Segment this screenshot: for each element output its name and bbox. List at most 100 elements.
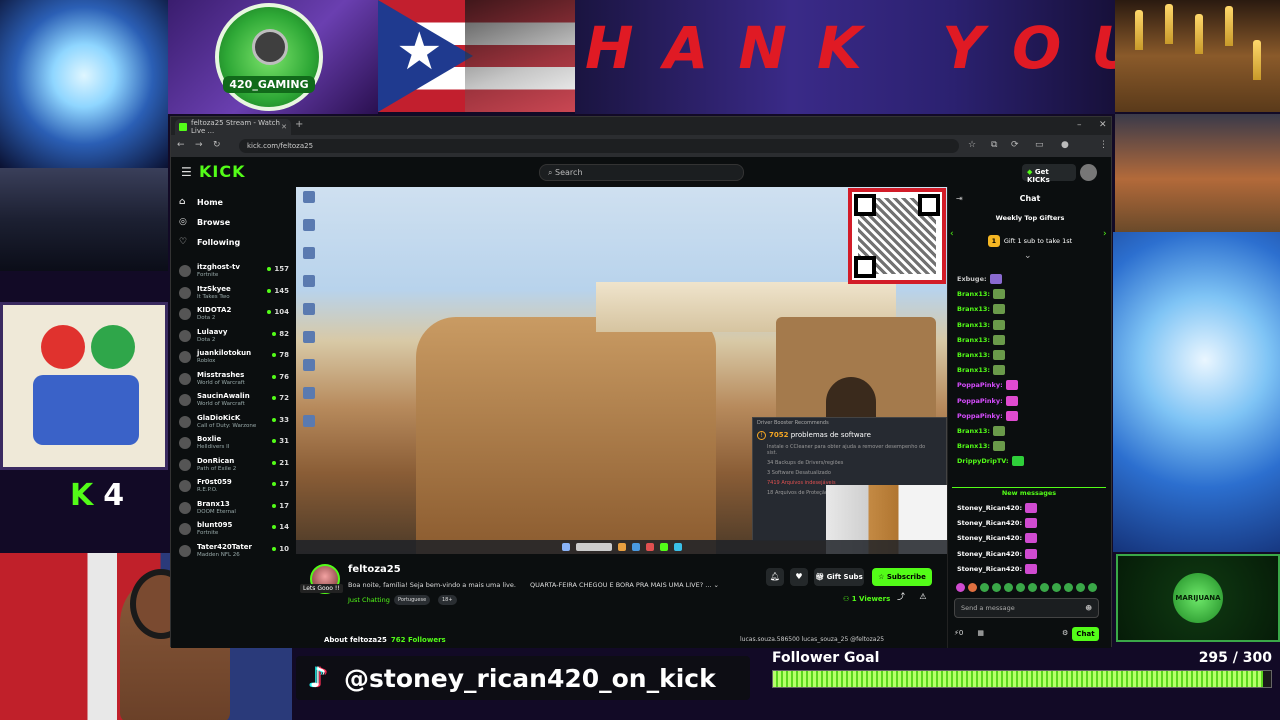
chat-message[interactable]: Stoney_Rican420: — [957, 518, 1038, 529]
chat-message[interactable]: Exbuge: — [957, 274, 1002, 284]
sidebar-followed-channel[interactable]: Fr0st059 R.E.P.O. 17 — [177, 476, 289, 497]
share-icon[interactable]: ⤴ — [892, 591, 910, 603]
sidebar-followed-channel[interactable]: Misstrashes World of Warcraft 76 — [177, 369, 289, 390]
chat-username[interactable]: Branx13: — [957, 336, 990, 344]
chat-username[interactable]: Branx13: — [957, 366, 990, 374]
chat-message[interactable]: Stoney_Rican420: — [957, 563, 1038, 574]
chat-message[interactable]: Branx13: — [957, 304, 1006, 315]
sidebar-followed-channel[interactable]: ItzSkyee It Takes Two 145 — [177, 283, 289, 304]
emote-icon[interactable] — [1052, 583, 1061, 592]
chat-message[interactable]: Branx13: — [957, 319, 1006, 330]
emote-icon[interactable] — [1028, 583, 1037, 592]
tag-language[interactable]: Portuguese — [394, 595, 431, 605]
sidebar-item-following[interactable]: ♡ Following — [179, 237, 240, 247]
chat-message[interactable]: Stoney_Rican420: — [957, 548, 1038, 559]
chat-message[interactable]: PoppaPinky: — [957, 395, 1018, 406]
kick-logo[interactable]: KICK — [199, 162, 246, 181]
chat-username[interactable]: DrippyDripTV: — [957, 457, 1009, 465]
stream-title-more[interactable]: QUARTA-FEIRA CHEGOU E BORA PRA MAIS UMA … — [530, 581, 719, 589]
gift-leader-prompt[interactable]: 1 Gift 1 sub to take 1st — [948, 235, 1112, 247]
tab-close-icon[interactable]: ✕ — [281, 123, 287, 131]
send-chat-button[interactable]: Chat — [1072, 627, 1099, 641]
chat-message-input[interactable]: Send a message ☻ — [954, 598, 1099, 618]
subscribe-button[interactable]: ☆ Subscribe — [872, 568, 932, 586]
sidebar-followed-channel[interactable]: Boxlie Helldivers II 31 — [177, 433, 289, 454]
sidebar-followed-channel[interactable]: Tater420Tater Madden NFL 26 10 — [177, 541, 289, 562]
user-avatar[interactable] — [1080, 164, 1097, 181]
emote-bar[interactable] — [956, 583, 1106, 593]
browser-tab[interactable]: feltoza25 Stream - Watch Live ... ✕ — [175, 119, 291, 135]
chat-username[interactable]: Branx13: — [957, 351, 990, 359]
chat-message[interactable]: PoppaPinky: — [957, 380, 1018, 391]
chat-message[interactable]: Branx13: — [957, 426, 1006, 436]
chat-username[interactable]: PoppaPinky: — [957, 381, 1003, 389]
sidebar-item-home[interactable]: ⌂ Home — [179, 197, 223, 207]
emote-icon[interactable] — [1076, 583, 1085, 592]
chat-message[interactable]: Branx13: — [957, 441, 1006, 452]
media-icon[interactable]: ▭ — [1035, 140, 1044, 150]
emote-icon[interactable] — [968, 583, 977, 592]
emoji-icon[interactable]: ☻ — [1085, 604, 1092, 612]
chat-message[interactable]: Stoney_Rican420: — [957, 503, 1038, 513]
hamburger-menu-icon[interactable]: ☰ — [181, 165, 192, 179]
chat-username[interactable]: Branx13: — [957, 442, 990, 450]
emote-icon[interactable] — [1064, 583, 1073, 592]
chat-message[interactable]: Branx13: — [957, 350, 1006, 360]
sidebar-followed-channel[interactable]: GlaDioKicK Call of Duty: Warzone 33 — [177, 412, 289, 433]
gift-subs-button[interactable]: 🎁︎ Gift Subs — [814, 568, 864, 586]
search-input[interactable]: ⌕ Search — [539, 164, 744, 181]
sidebar-followed-channel[interactable]: juankilotokun Roblox 78 — [177, 347, 289, 368]
emote-icon[interactable] — [980, 583, 989, 592]
chat-message[interactable]: PoppaPinky: — [957, 410, 1018, 421]
chat-username[interactable]: Branx13: — [957, 290, 990, 298]
menu-dots-icon[interactable]: ⋮ — [1099, 140, 1108, 150]
notification-bell-icon[interactable]: 🔔︎ — [766, 568, 784, 586]
chat-message[interactable]: Branx13: — [957, 289, 1006, 300]
extensions-icon[interactable]: ⧉ — [991, 140, 997, 150]
chat-username[interactable]: Stoney_Rican420: — [957, 565, 1022, 573]
back-icon[interactable]: ← — [177, 140, 185, 150]
new-tab-button[interactable]: + — [295, 119, 303, 130]
sidebar-followed-channel[interactable]: Branx13 DOOM Eternal 17 — [177, 498, 289, 519]
channel-name[interactable]: feltoza25 — [348, 564, 401, 575]
chat-username[interactable]: Stoney_Rican420: — [957, 504, 1022, 512]
sidebar-followed-channel[interactable]: Lulaavy Dota 2 82 — [177, 326, 289, 347]
emote-icon[interactable] — [1088, 583, 1097, 592]
chat-username[interactable]: Stoney_Rican420: — [957, 519, 1022, 527]
new-messages-divider[interactable]: New messages — [952, 487, 1106, 497]
emote-icon[interactable] — [1040, 583, 1049, 592]
chat-username[interactable]: Stoney_Rican420: — [957, 550, 1022, 558]
chat-message[interactable]: Branx13: — [957, 365, 1006, 376]
category-link[interactable]: Just Chatting — [348, 596, 390, 604]
report-icon[interactable]: ⚠ — [914, 591, 932, 603]
emote-icon[interactable] — [1004, 583, 1013, 592]
sidebar-followed-channel[interactable]: SaucinAwalin World of Warcraft 72 — [177, 390, 289, 411]
sidebar-followed-channel[interactable]: DonRican Path of Exile 2 21 — [177, 455, 289, 476]
chat-message[interactable]: DrippyDripTV: — [957, 456, 1024, 467]
gift-box-icon[interactable]: ▦ — [977, 629, 984, 637]
chat-username[interactable]: PoppaPinky: — [957, 397, 1003, 405]
sync-icon[interactable]: ⟳ — [1011, 140, 1019, 150]
sidebar-item-browse[interactable]: ◎ Browse — [179, 217, 230, 227]
sidebar-followed-channel[interactable]: KIDOTA2 Dota 2 104 — [177, 304, 289, 325]
tag-age[interactable]: 18+ — [438, 595, 457, 605]
minimize-icon[interactable]: – — [1077, 120, 1082, 130]
chat-username[interactable]: Branx13: — [957, 321, 990, 329]
sidebar-followed-channel[interactable]: itzghost-tv Fortnite 157 — [177, 261, 289, 282]
url-field[interactable]: kick.com/feltoza25 — [239, 139, 959, 153]
emote-icon[interactable] — [992, 583, 1001, 592]
bookmark-star-icon[interactable]: ☆ — [968, 140, 976, 150]
video-player[interactable]: Driver Booster Recommends ! 7052 problema… — [296, 187, 947, 554]
chat-username[interactable]: PoppaPinky: — [957, 412, 1003, 420]
emote-icon[interactable] — [1016, 583, 1025, 592]
chat-message[interactable]: Branx13: — [957, 334, 1006, 345]
chat-username[interactable]: Branx13: — [957, 305, 990, 313]
chat-settings-icon[interactable]: ⚙ — [1062, 629, 1068, 637]
get-kicks-button[interactable]: ◆ Get KICKs — [1022, 164, 1076, 184]
pin-expand-icon[interactable]: ⌄ — [1024, 251, 1032, 261]
forward-icon[interactable]: → — [195, 140, 203, 150]
close-window-icon[interactable]: ✕ — [1099, 120, 1107, 130]
chat-username[interactable]: Stoney_Rican420: — [957, 534, 1022, 542]
chat-message[interactable]: Stoney_Rican420: — [957, 533, 1038, 544]
emote-icon[interactable] — [956, 583, 965, 592]
